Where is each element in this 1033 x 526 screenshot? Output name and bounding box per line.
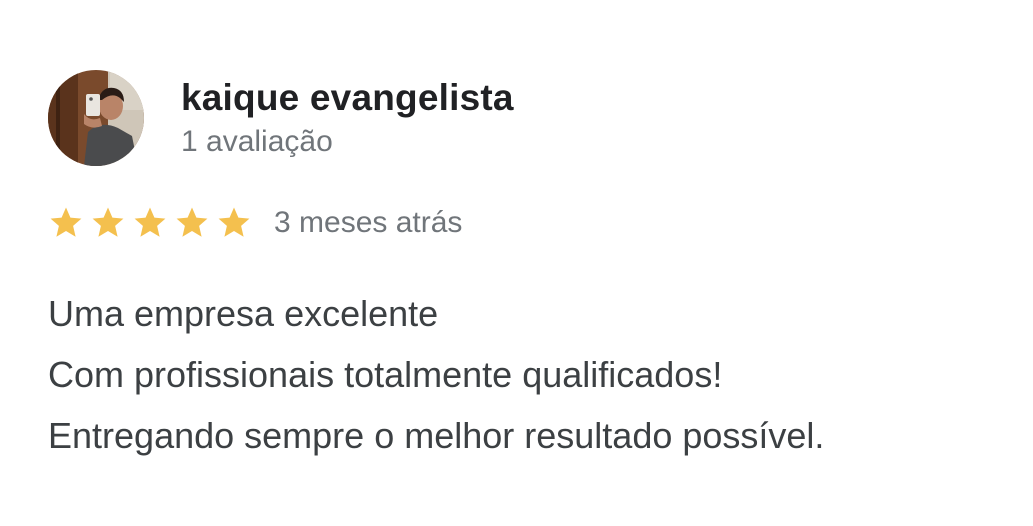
review-text-line: Com profissionais totalmente qualificado…: [48, 354, 723, 395]
author-info: kaique evangelista 1 avaliação: [181, 75, 514, 162]
star-icon: [174, 205, 210, 241]
author-review-count: 1 avaliação: [181, 124, 333, 158]
review-text-line: Uma empresa excelente: [48, 293, 439, 334]
review-text: Uma empresa excelente Com profissionais …: [48, 283, 1008, 466]
rating-row: 3 meses atrás: [48, 203, 462, 243]
author-name[interactable]: kaique evangelista: [181, 75, 514, 121]
review-text-line: Entregando sempre o melhor resultado pos…: [48, 415, 825, 456]
review-author: kaique evangelista 1 avaliação: [48, 70, 514, 166]
star-rating: [48, 205, 258, 241]
review-date: 3 meses atrás: [274, 206, 463, 239]
star-icon: [216, 205, 252, 241]
star-icon: [90, 205, 126, 241]
avatar[interactable]: [48, 70, 144, 166]
review-card: kaique evangelista 1 avaliação 3 meses a…: [0, 0, 1033, 526]
star-icon: [132, 205, 168, 241]
avatar-photo: [48, 70, 144, 166]
star-icon: [48, 205, 84, 241]
